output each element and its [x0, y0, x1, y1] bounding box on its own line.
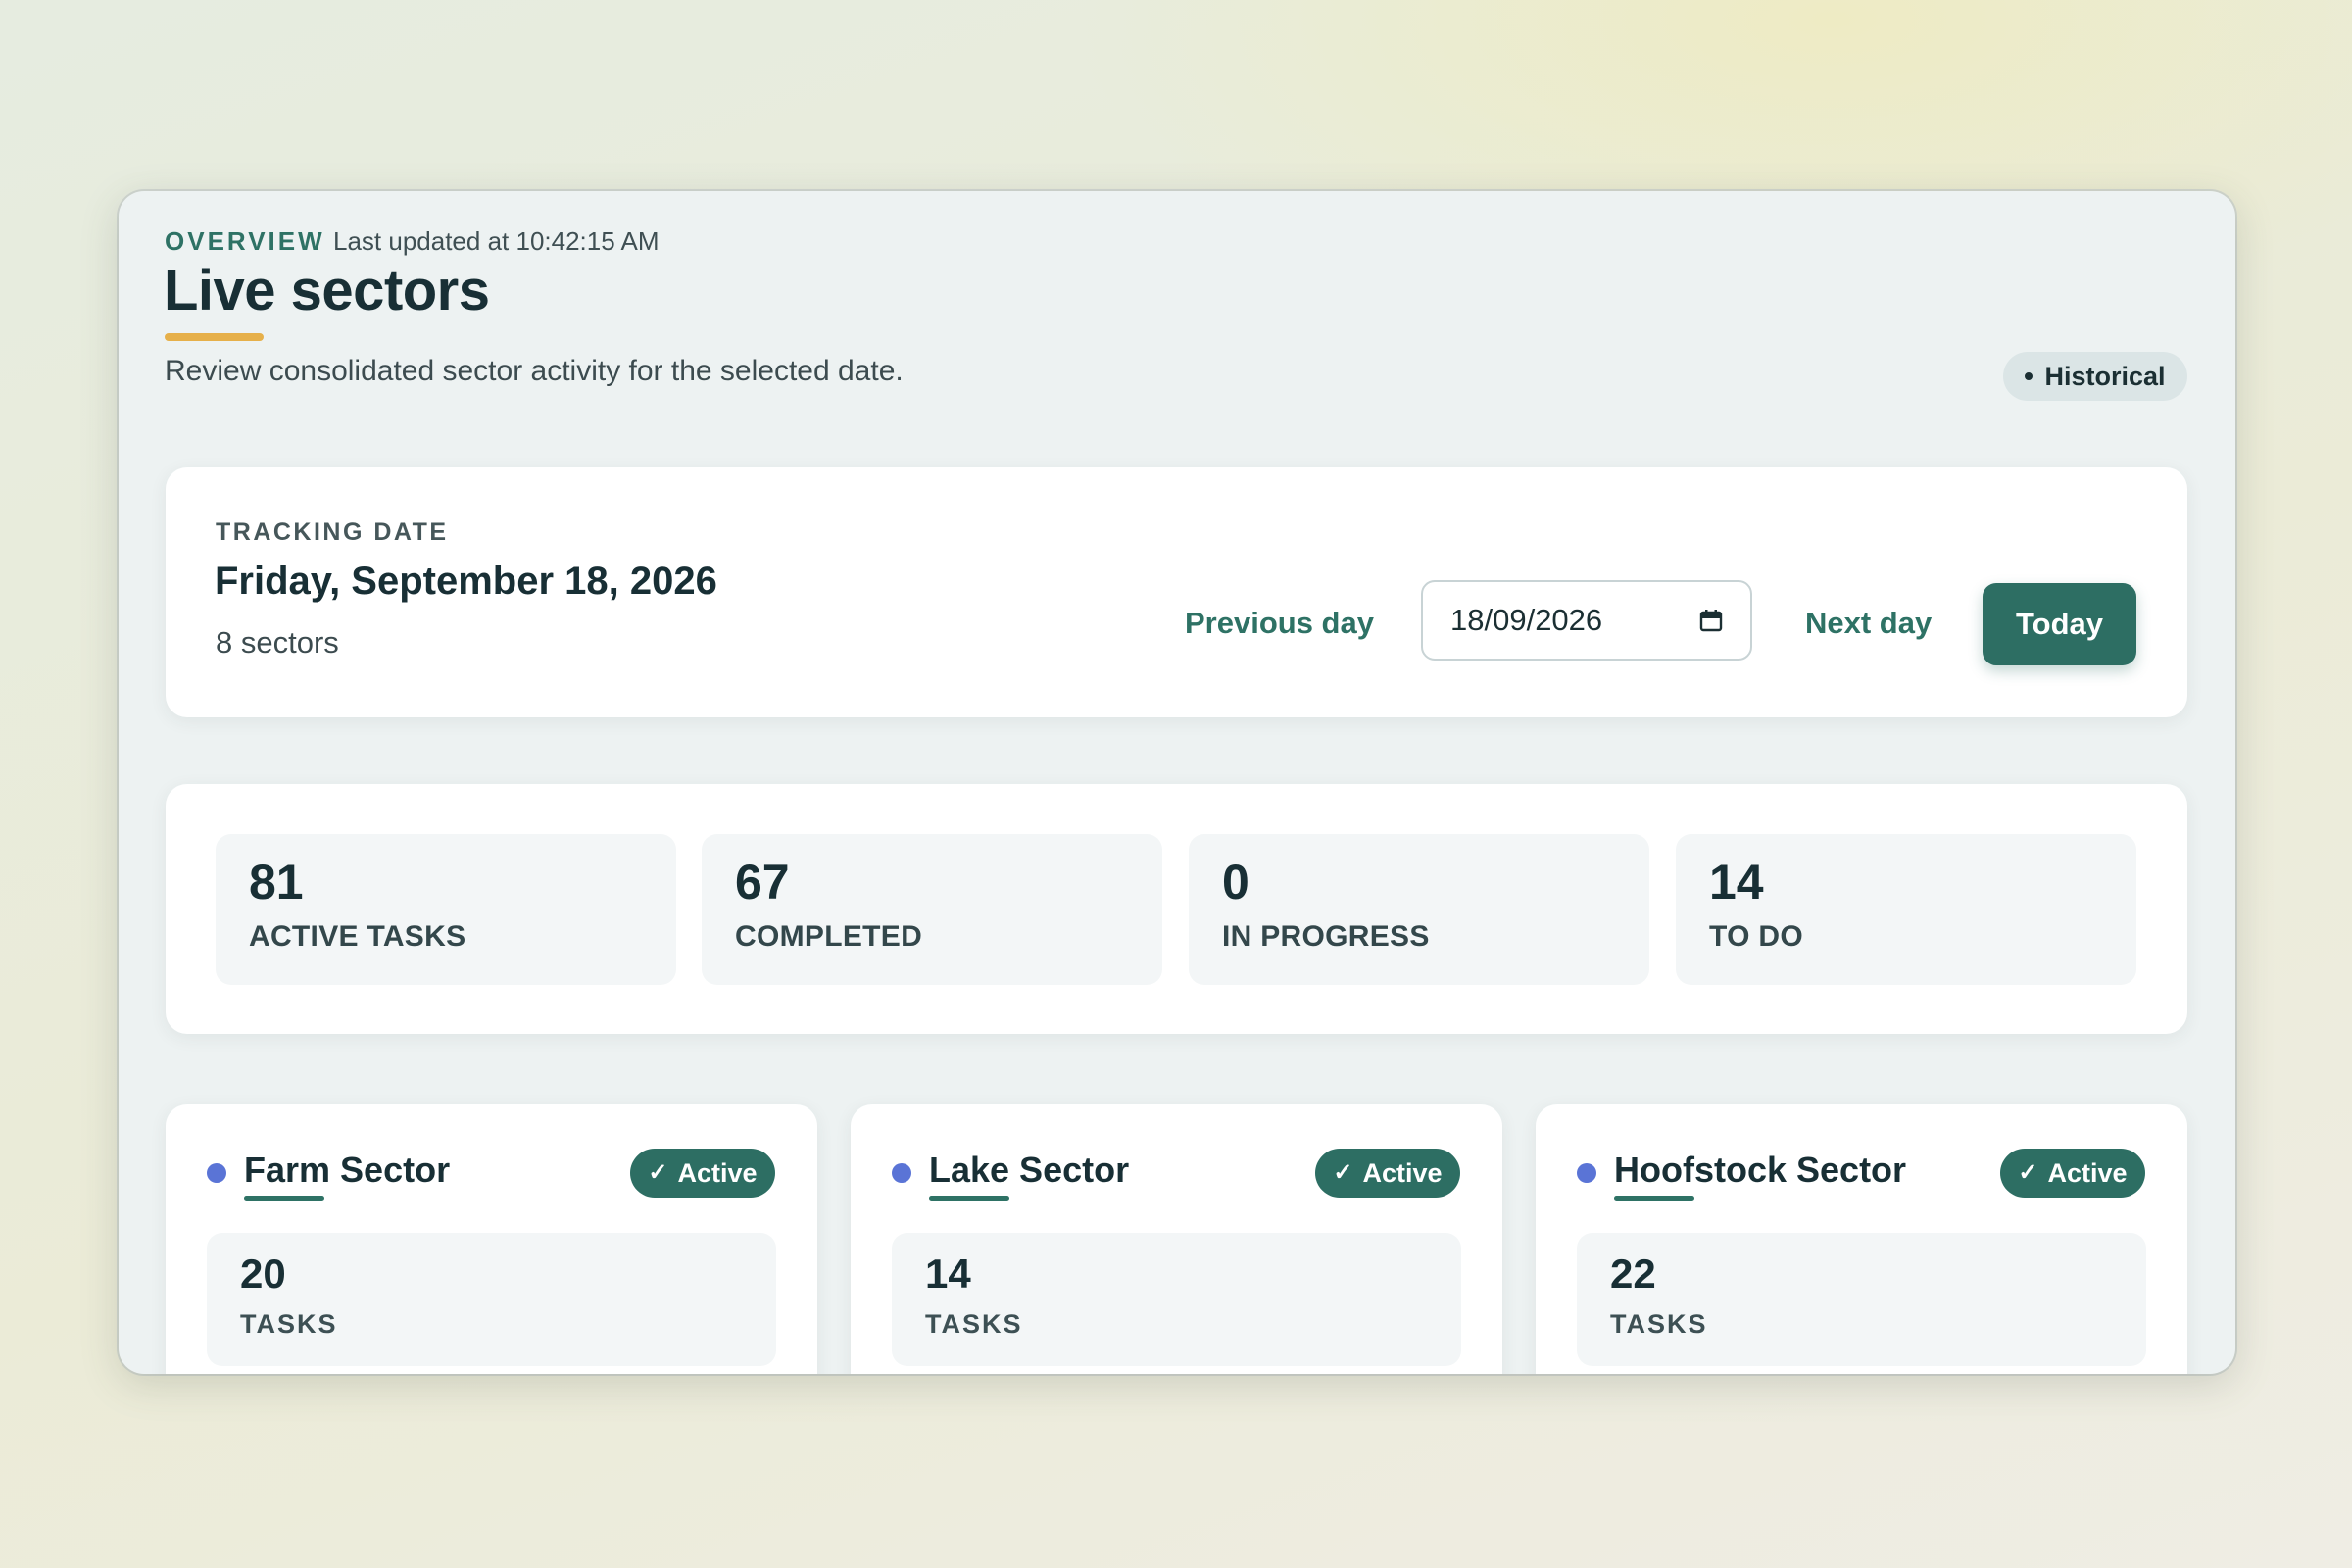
sector-name: Lake Sector	[929, 1150, 1130, 1190]
sector-tasks-label: TASKS	[925, 1309, 1023, 1339]
overview-panel: OVERVIEW Last updated at 10:42:15 AM Liv…	[119, 191, 2235, 1374]
last-updated-text: Last updated at 10:42:15 AM	[333, 226, 660, 256]
stat-value: 81	[249, 855, 304, 909]
stat-value: 67	[735, 855, 790, 909]
tracking-date-full: Friday, September 18, 2026	[215, 560, 717, 603]
status-dot-icon	[892, 1163, 911, 1183]
sector-name-underline	[929, 1196, 1009, 1200]
sector-tasks-value: 22	[1610, 1250, 1656, 1297]
sector-tasks-label: TASKS	[240, 1309, 338, 1339]
stat-completed: 67 COMPLETED	[702, 834, 1162, 985]
page-title: Live sectors	[164, 259, 490, 322]
sector-card-hoofstock[interactable]: Hoofstock Sector ✓ Active 22 TASKS	[1536, 1104, 2187, 1374]
check-icon: ✓	[2018, 1159, 2038, 1186]
stat-to-do: 14 TO DO	[1676, 834, 2136, 985]
sector-name: Hoofstock Sector	[1614, 1150, 1907, 1190]
stat-value: 0	[1222, 855, 1250, 909]
sector-tasks-label: TASKS	[1610, 1309, 1708, 1339]
stats-card: 81 ACTIVE TASKS 67 COMPLETED 0 IN PROGRE…	[166, 784, 2187, 1034]
status-dot-icon	[1577, 1163, 1596, 1183]
stat-label: ACTIVE TASKS	[249, 920, 466, 953]
status-badge-label: Active	[2047, 1157, 2128, 1188]
stat-label: COMPLETED	[735, 920, 923, 953]
check-icon: ✓	[1333, 1159, 1353, 1186]
stat-label: IN PROGRESS	[1222, 920, 1430, 953]
status-badge-label: Active	[1362, 1157, 1443, 1188]
previous-day-button[interactable]: Previous day	[1185, 606, 1374, 641]
sector-card-lake[interactable]: Lake Sector ✓ Active 14 TASKS	[851, 1104, 1502, 1374]
sector-name-underline	[244, 1196, 324, 1200]
status-badge: ✓ Active	[1315, 1149, 1460, 1198]
stat-value: 14	[1709, 855, 1764, 909]
today-button[interactable]: Today	[1983, 583, 2136, 665]
calendar-icon[interactable]	[1699, 609, 1723, 632]
overview-eyebrow: OVERVIEW	[165, 226, 325, 256]
sector-tasks-stat: 14 TASKS	[892, 1233, 1461, 1366]
next-day-button[interactable]: Next day	[1805, 606, 1932, 641]
status-badge-label: Active	[677, 1157, 758, 1188]
sector-count: 8 sectors	[216, 625, 339, 660]
sector-tasks-stat: 22 TASKS	[1577, 1233, 2146, 1366]
date-input-value: 18/09/2026	[1450, 603, 1603, 637]
historical-badge-label: Historical	[2044, 361, 2166, 391]
date-input[interactable]: 18/09/2026	[1421, 580, 1752, 661]
stat-label: TO DO	[1709, 920, 1803, 953]
check-icon: ✓	[648, 1159, 668, 1186]
title-underline	[165, 333, 264, 341]
status-dot-icon	[207, 1163, 226, 1183]
stat-active-tasks: 81 ACTIVE TASKS	[216, 834, 676, 985]
sector-tasks-stat: 20 TASKS	[207, 1233, 776, 1366]
sector-name-underline	[1614, 1196, 1694, 1200]
sector-tasks-value: 20	[240, 1250, 286, 1297]
page-subtitle: Review consolidated sector activity for …	[165, 355, 904, 387]
sector-name: Farm Sector	[244, 1150, 451, 1190]
status-badge: ✓ Active	[2000, 1149, 2145, 1198]
status-badge: ✓ Active	[630, 1149, 775, 1198]
tracking-date-card: TRACKING DATE Friday, September 18, 2026…	[166, 467, 2187, 717]
sector-card-farm[interactable]: Farm Sector ✓ Active 20 TASKS	[166, 1104, 817, 1374]
bullet-icon	[2025, 372, 2034, 380]
tracking-date-label: TRACKING DATE	[216, 518, 449, 546]
stat-in-progress: 0 IN PROGRESS	[1189, 834, 1649, 985]
sector-tasks-value: 14	[925, 1250, 971, 1297]
historical-badge: Historical	[2003, 352, 2187, 401]
